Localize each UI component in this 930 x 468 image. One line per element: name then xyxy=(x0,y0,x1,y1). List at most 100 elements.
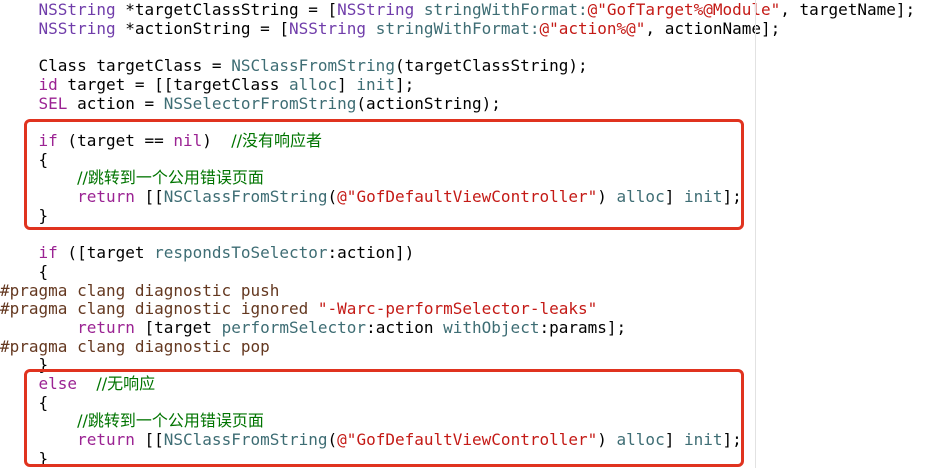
code-token-method: stringWithFormat: xyxy=(375,18,540,38)
code-token-comment: //跳转到一个公用错误页面 xyxy=(77,168,264,188)
code-token-plain: , actionName]; xyxy=(645,18,781,38)
code-token-keyword: nil xyxy=(173,130,203,150)
code-token-plain: ([target xyxy=(57,243,155,263)
code-token-plain: [[ xyxy=(134,430,164,450)
code-token-method: alloc xyxy=(616,430,665,450)
code-line[interactable]: //跳转到一个公用错误页面 xyxy=(0,168,264,187)
code-token-method: alloc xyxy=(616,187,665,206)
code-token-plain: ]; xyxy=(722,430,742,450)
code-token-preprocessor: #pragma clang diagnostic ignored xyxy=(0,299,318,319)
code-line[interactable]: #pragma clang diagnostic pop xyxy=(0,337,270,356)
code-line[interactable]: { xyxy=(0,392,49,412)
code-token-preprocessor: #pragma clang diagnostic push xyxy=(0,280,280,300)
code-token-preprocessor: #pragma clang diagnostic pop xyxy=(0,336,270,356)
code-token-method: performSelector xyxy=(221,317,367,337)
code-token-plain: *actionString = [ xyxy=(115,18,289,38)
code-token-plain: action = xyxy=(67,93,164,113)
code-line[interactable]: NSString *actionString = [NSString strin… xyxy=(0,18,781,38)
code-line[interactable]: #pragma clang diagnostic ignored "-Warc-… xyxy=(0,299,597,318)
code-token-plain: (target == xyxy=(57,130,174,150)
code-token-plain: ) xyxy=(202,130,232,150)
code-token-plain: ) xyxy=(597,187,617,206)
code-token-keyword: if xyxy=(38,243,58,263)
code-token-comment: //没有响应者 xyxy=(231,130,322,150)
code-line[interactable]: { xyxy=(0,149,49,169)
code-token-plain: :params]; xyxy=(539,317,627,337)
code-token-type: NSString xyxy=(337,0,415,19)
code-token-method: withObject xyxy=(443,317,540,337)
code-line[interactable]: NSString *targetClassString = [NSString … xyxy=(0,0,916,19)
code-token-string: "-Warc-performSelector-leaks" xyxy=(317,299,598,319)
code-token-plain: { xyxy=(0,149,49,169)
code-token-plain: [[ xyxy=(134,187,164,206)
code-token-plain: , targetName]; xyxy=(780,0,916,19)
code-line[interactable]: } xyxy=(0,206,49,225)
code-token-keyword: return xyxy=(77,317,135,337)
code-token-string: @"GofDefaultViewController" xyxy=(337,187,598,206)
code-token-plain: } xyxy=(0,448,49,468)
code-token-keyword: SEL xyxy=(38,93,68,113)
code-line[interactable]: if (target == nil) //没有响应者 xyxy=(0,131,322,150)
code-token-plain: :action xyxy=(366,317,444,337)
code-line[interactable]: if ([target respondsToSelector:action]) xyxy=(0,243,415,263)
code-line[interactable]: SEL action = NSSelectorFromString(action… xyxy=(0,94,501,113)
code-token-plain: { xyxy=(0,392,49,412)
code-token-keyword: id xyxy=(38,74,58,94)
code-line[interactable]: return [[NSClassFromString(@"GofDefaultV… xyxy=(0,430,742,449)
code-line[interactable]: } xyxy=(0,448,49,468)
code-token-method: stringWithFormat: xyxy=(423,0,588,19)
code-line[interactable]: { xyxy=(0,261,49,281)
code-token-plain: (actionString); xyxy=(356,93,501,113)
code-line[interactable]: return [target performSelector:action wi… xyxy=(0,318,626,337)
code-line[interactable]: #pragma clang diagnostic push xyxy=(0,281,279,300)
code-line[interactable]: else //无响应 xyxy=(0,374,156,393)
code-line[interactable]: Class targetClass = NSClassFromString(ta… xyxy=(0,56,588,75)
code-token-method: NSClassFromString xyxy=(163,187,328,206)
code-token-string: @"action%@" xyxy=(539,18,646,38)
code-token-keyword: return xyxy=(77,187,135,206)
code-token-method: alloc xyxy=(288,74,338,94)
code-line[interactable]: return [[NSClassFromString(@"GofDefaultV… xyxy=(0,187,742,206)
code-token-string: @"GofTarget%@Module" xyxy=(587,0,781,19)
code-token-plain: { xyxy=(0,261,49,281)
code-token-type: NSString xyxy=(38,18,116,38)
code-token-plain: ) xyxy=(597,430,617,450)
code-token-keyword: return xyxy=(77,430,135,450)
code-token-plain: ] xyxy=(664,187,684,206)
code-token-plain: ]; xyxy=(722,187,742,206)
code-token-type: NSString xyxy=(288,18,367,38)
code-token-plain: (targetClassString); xyxy=(394,56,588,76)
code-token-plain: :action]) xyxy=(327,243,415,263)
code-token-comment: //无响应 xyxy=(96,374,156,393)
code-line[interactable]: } xyxy=(0,355,49,375)
code-token-method: NSClassFromString xyxy=(231,56,395,76)
code-token-plain: } xyxy=(0,355,49,375)
code-token-method: NSSelectorFromString xyxy=(163,93,357,113)
code-token-method: init xyxy=(356,74,395,94)
code-token-plain: ] xyxy=(337,74,357,94)
code-token-plain: *targetClassString = [ xyxy=(115,0,338,19)
code-token-string: @"GofDefaultViewController" xyxy=(337,430,598,450)
code-token-comment: //跳转到一个公用错误页面 xyxy=(77,411,264,431)
code-line[interactable]: //跳转到一个公用错误页面 xyxy=(0,411,264,430)
code-token-plain: [target xyxy=(134,317,222,337)
code-editor[interactable]: NSString *targetClassString = [NSString … xyxy=(0,0,930,468)
code-token-type: NSString xyxy=(38,0,116,19)
code-token-plain: ( xyxy=(327,430,338,450)
code-token-method: respondsToSelector xyxy=(154,243,328,263)
page-guide-line xyxy=(755,0,756,468)
code-line[interactable]: id target = [[targetClass alloc] init]; xyxy=(0,74,415,94)
